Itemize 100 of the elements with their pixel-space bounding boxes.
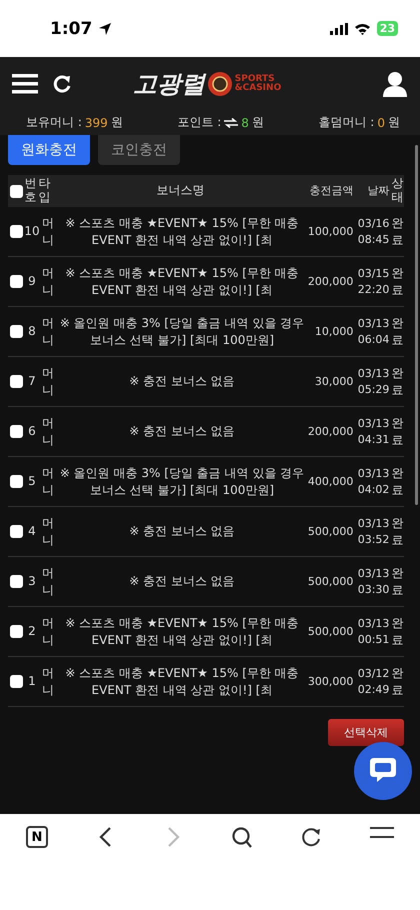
browser-home-button[interactable]: N [26,826,48,848]
table-cell: 머니 [42,264,55,298]
table-cell: 10 [24,223,40,240]
table-cell-text: ※ 스포츠 매충 ★EVENT★ 15% [무한 매충 EVENT 환전 내역 상관 없이!] [최 [64,664,300,698]
table-cell: 완료 [391,564,404,598]
table-cell: 완료 [391,414,404,448]
table-cell: 300,000 [307,674,354,690]
row-checkbox[interactable] [10,375,22,388]
signal-icon [330,22,348,34]
menu-icon[interactable] [12,72,38,94]
balance-unit: 원 [110,114,123,131]
table-cell-text: 03/15 22:20 [356,266,390,297]
table-cell: 100,000 [307,224,354,240]
table-cell: 머니 [42,414,55,448]
table-cell-text: 03/13 00:51 [356,616,390,647]
table-cell-text: 03/13 04:02 [356,466,390,497]
row-checkbox[interactable] [10,575,22,588]
table-cell-text: 03/13 03:52 [356,516,390,547]
table-cell: 머니 [42,664,55,698]
table-cell-text: 1 [27,673,37,690]
menu-icon[interactable] [370,826,394,840]
row-checkbox[interactable] [10,675,22,688]
row-checkbox[interactable] [10,525,22,538]
table-cell: 완료 [391,514,404,548]
table-cell-text: ※ 충전 보너스 없음 [128,423,236,440]
logo-text: 고광렬 [132,68,205,100]
table-cell-text: 7 [27,373,37,390]
transfer-icon [224,118,238,128]
table-cell-text: 03/13 06:04 [356,316,390,347]
table-cell-text: ※ 스포츠 매충 ★EVENT★ 15% [무한 매충 EVENT 환전 내역 상관 없이!] [최 [64,614,300,648]
column-header: 보너스명 [155,184,206,198]
logo-subtitle: SPORTS [234,74,275,84]
table-cell: 완료 [391,314,404,348]
balance-value: 399 [84,116,108,130]
row-checkbox[interactable] [10,475,22,488]
table-cell-text: ※ 스포츠 매충 ★EVENT★ 15% [무한 매충 EVENT 환전 내역 상관 없이!] [최 [64,264,300,298]
table-cell: 완료 [391,464,404,498]
balance-value: 0 [377,116,385,130]
table-cell: 500,000 [307,574,354,590]
table-cell-text: ※ 올인원 매충 3% [당일 출금 내역 있을 경우 보너스 선택 불가] [최대 100만원] [58,314,306,348]
table-cell-text: 03/13 04:31 [356,416,390,447]
table-cell: 400,000 [307,474,354,490]
table-cell-text: ※ 올인원 매충 3% [당일 출금 내역 있을 경우 보너스 선택 불가] [최대 100만원] [58,464,306,498]
table-cell: 500,000 [307,624,354,640]
table-cell-text: ※ 충전 보너스 없음 [128,373,236,390]
column-header: 상태 [391,177,404,205]
table-cell: 머니 [42,614,55,648]
table-cell: 200,000 [307,274,354,290]
table-cell-text: 10,000 [314,324,354,340]
battery-level: 23 [376,21,398,36]
row-checkbox[interactable] [10,275,22,288]
row-checkbox[interactable] [10,425,22,438]
table-cell: 완료 [391,214,404,248]
table-cell-text: 3 [27,573,37,590]
table-cell-text: 03/16 08:45 [356,216,390,247]
table-cell-text: 8 [27,323,37,340]
select-all-checkbox[interactable] [10,184,22,198]
table-cell: 200,000 [307,424,354,440]
table-cell-text: ※ 스포츠 매충 ★EVENT★ 15% [무한 매충 EVENT 환전 내역 상관 없이!] [최 [64,214,300,248]
table-cell-text: 6 [27,423,37,440]
tab[interactable]: 코인충전 [98,135,180,165]
location-arrow-icon [98,22,112,36]
row-checkbox[interactable] [10,325,22,338]
table-cell: 완료 [391,364,404,398]
column-header: 날짜 [366,184,390,198]
row-checkbox[interactable] [10,625,22,638]
wifi-icon [354,22,371,34]
balance-label: 보유머니 : [26,114,82,131]
balance-label: 홀덤머니 : [318,114,374,131]
column-header: 충전금액 [308,184,354,198]
table-cell-text: 5 [27,473,37,490]
logo-subtitle: &CASINO [234,84,282,92]
table-cell-text: 03/12 02:49 [356,666,390,697]
clock-time: 1:07 [50,18,92,38]
casino-chip-icon [206,70,233,96]
row-checkbox[interactable] [10,225,22,238]
table-cell-text: 4 [27,523,37,540]
reload-icon[interactable] [300,826,322,848]
table-cell-text: 03/13 03:30 [356,566,390,597]
refresh-icon[interactable] [52,74,72,94]
table-cell: 머니 [42,514,55,548]
balance-value: 8 [241,116,249,130]
table-cell-text: 9 [27,273,37,290]
table-cell-text: ※ 충전 보너스 없음 [128,523,236,540]
delete-selected-button[interactable]: 선택삭제 [328,719,404,746]
table-cell-text: 2 [27,623,37,640]
table-cell: 머니 [42,564,55,598]
balance-unit: 원 [388,114,400,131]
table-cell: 머니 [42,364,55,398]
table-cell-text: ※ 충전 보너스 없음 [128,573,236,590]
table-cell: 머니 [42,314,55,348]
search-icon[interactable] [230,826,253,848]
table-cell-text: 03/13 05:29 [356,366,390,397]
balance-label: 포인트 : [177,114,222,131]
user-icon[interactable] [382,70,408,96]
table-cell: 완료 [391,264,404,298]
table-cell: 머니 [42,214,55,248]
table-cell: 완료 [391,664,404,698]
table-cell-text: 30,000 [314,374,354,390]
tab[interactable]: 원화충전 [8,135,90,165]
